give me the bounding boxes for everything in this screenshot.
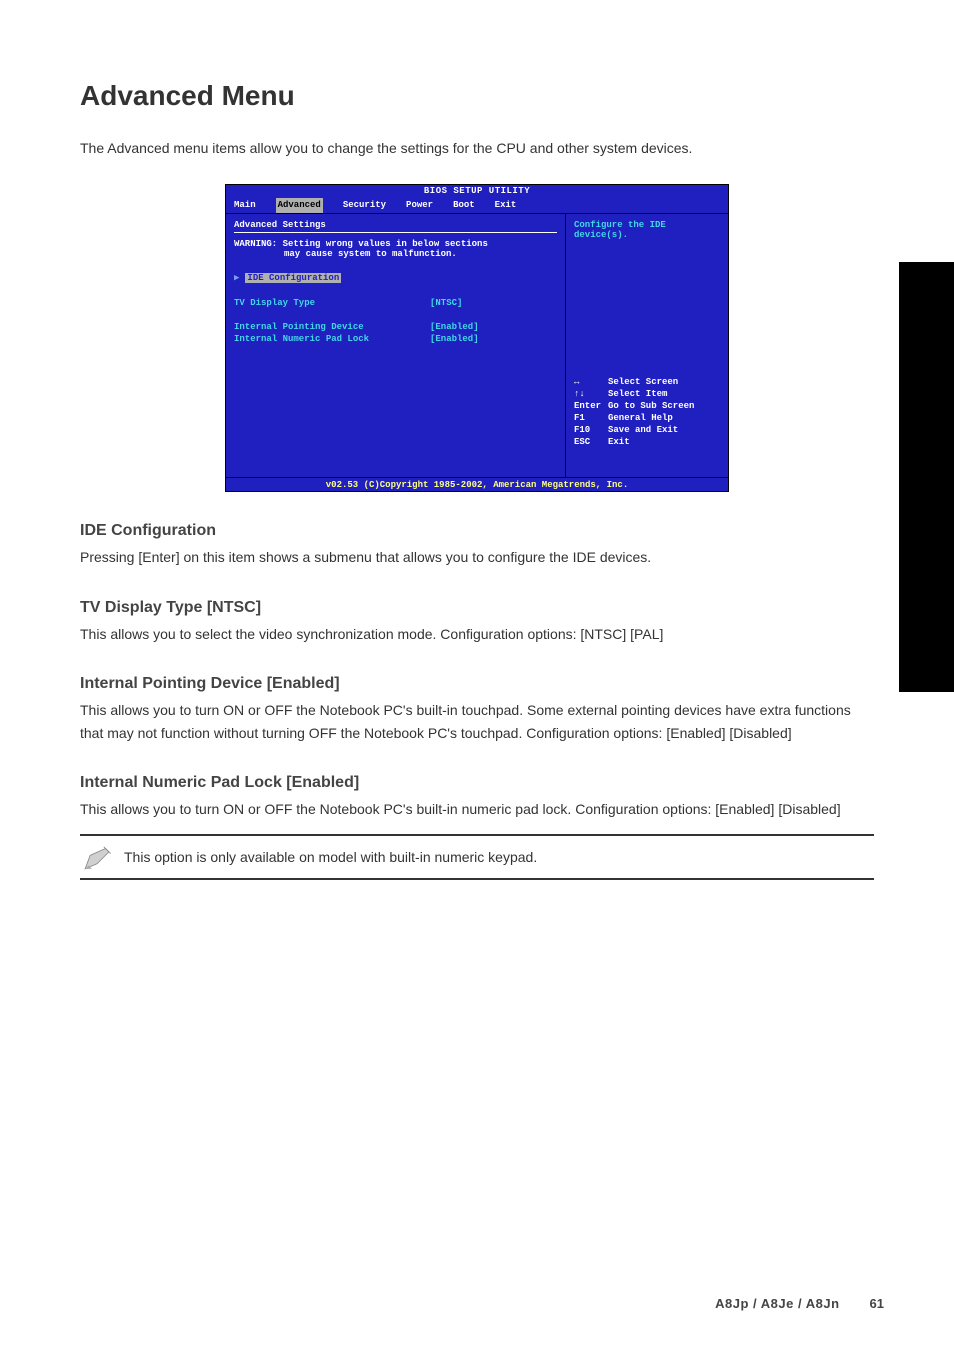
section-pointing-body: This allows you to turn ON or OFF the No… xyxy=(80,699,874,744)
bios-warning-line1: WARNING: Setting wrong values in below s… xyxy=(234,239,557,249)
bios-footer: v02.53 (C)Copyright 1985-2002, American … xyxy=(226,477,728,491)
key-f1-desc: General Help xyxy=(608,412,673,424)
page-content: Advanced Menu The Advanced menu items al… xyxy=(80,80,874,890)
section-ide-heading: IDE Configuration xyxy=(80,522,874,540)
bios-option-tv[interactable]: TV Display Type [NTSC] xyxy=(234,297,557,309)
page-footer: A8Jp / A8Je / A8Jn 61 xyxy=(715,1296,884,1311)
page-edge-tab xyxy=(899,262,954,692)
triangle-icon: ▶ xyxy=(234,273,239,283)
bios-title: BIOS SETUP UTILITY xyxy=(226,185,728,198)
bios-option-numpad[interactable]: Internal Numeric Pad Lock [Enabled] xyxy=(234,333,557,345)
bios-warning-line2: may cause system to malfunction. xyxy=(234,249,557,259)
note-text: This option is only available on model w… xyxy=(124,848,537,868)
intro-paragraph: The Advanced menu items allow you to cha… xyxy=(80,137,874,159)
bios-tab-power[interactable]: Power xyxy=(406,198,433,213)
section-ide: IDE Configuration Pressing [Enter] on th… xyxy=(80,522,874,568)
bios-right-pane: Configure the IDE device(s). ↔Select Scr… xyxy=(566,214,728,477)
section-tv-heading: TV Display Type [NTSC] xyxy=(80,599,874,617)
bios-option-pointing[interactable]: Internal Pointing Device [Enabled] xyxy=(234,321,557,333)
bios-option-pointing-label: Internal Pointing Device xyxy=(234,321,430,333)
key-f1: F1 xyxy=(574,412,608,424)
key-esc: ESC xyxy=(574,436,608,448)
bios-tab-boot[interactable]: Boot xyxy=(453,198,475,213)
section-pointing: Internal Pointing Device [Enabled] This … xyxy=(80,675,874,744)
bios-option-numpad-label: Internal Numeric Pad Lock xyxy=(234,333,430,345)
bios-tab-main[interactable]: Main xyxy=(234,198,256,213)
note-row: This option is only available on model w… xyxy=(80,836,874,878)
key-leftright: ↔ xyxy=(574,376,608,388)
key-updown-desc: Select Item xyxy=(608,388,667,400)
bios-section-title: Advanced Settings xyxy=(234,220,557,230)
key-enter-desc: Go to Sub Screen xyxy=(608,400,694,412)
section-ide-body: Pressing [Enter] on this item shows a su… xyxy=(80,546,874,568)
section-numpad-body: This allows you to turn ON or OFF the No… xyxy=(80,798,874,820)
section-tv: TV Display Type [NTSC] This allows you t… xyxy=(80,599,874,645)
footer-model: A8Jp / A8Je / A8Jn xyxy=(715,1296,839,1311)
bios-tab-security[interactable]: Security xyxy=(343,198,386,213)
bios-help-text: Configure the IDE device(s). xyxy=(574,220,720,240)
key-f10: F10 xyxy=(574,424,608,436)
section-pointing-heading: Internal Pointing Device [Enabled] xyxy=(80,675,874,693)
bios-option-numpad-value: [Enabled] xyxy=(430,333,479,345)
key-updown: ↑↓ xyxy=(574,388,608,400)
key-enter: Enter xyxy=(574,400,608,412)
bios-screenshot: BIOS SETUP UTILITY Main Advanced Securit… xyxy=(225,184,729,492)
note-divider-bottom xyxy=(80,878,874,880)
bios-divider xyxy=(234,232,557,233)
section-numpad: Internal Numeric Pad Lock [Enabled] This… xyxy=(80,774,874,820)
page-title: Advanced Menu xyxy=(80,80,874,112)
pen-icon xyxy=(80,840,114,874)
section-numpad-heading: Internal Numeric Pad Lock [Enabled] xyxy=(80,774,874,792)
footer-page-number: 61 xyxy=(870,1296,884,1311)
bios-option-pointing-value: [Enabled] xyxy=(430,321,479,333)
bios-submenu-row[interactable]: ▶ IDE Configuration xyxy=(234,273,557,283)
bios-option-tv-label: TV Display Type xyxy=(234,297,430,309)
bios-menubar: Main Advanced Security Power Boot Exit xyxy=(226,198,728,213)
key-f10-desc: Save and Exit xyxy=(608,424,678,436)
bios-left-pane: Advanced Settings WARNING: Setting wrong… xyxy=(226,214,566,477)
bios-tab-advanced[interactable]: Advanced xyxy=(276,198,323,213)
section-tv-body: This allows you to select the video sync… xyxy=(80,623,874,645)
bios-body: Advanced Settings WARNING: Setting wrong… xyxy=(226,213,728,477)
bios-option-tv-value: [NTSC] xyxy=(430,297,462,309)
bios-submenu-label: IDE Configuration xyxy=(245,273,341,283)
key-leftright-desc: Select Screen xyxy=(608,376,678,388)
key-esc-desc: Exit xyxy=(608,436,630,448)
bios-tab-exit[interactable]: Exit xyxy=(495,198,517,213)
bios-key-help: ↔Select Screen ↑↓Select Item EnterGo to … xyxy=(574,376,720,448)
